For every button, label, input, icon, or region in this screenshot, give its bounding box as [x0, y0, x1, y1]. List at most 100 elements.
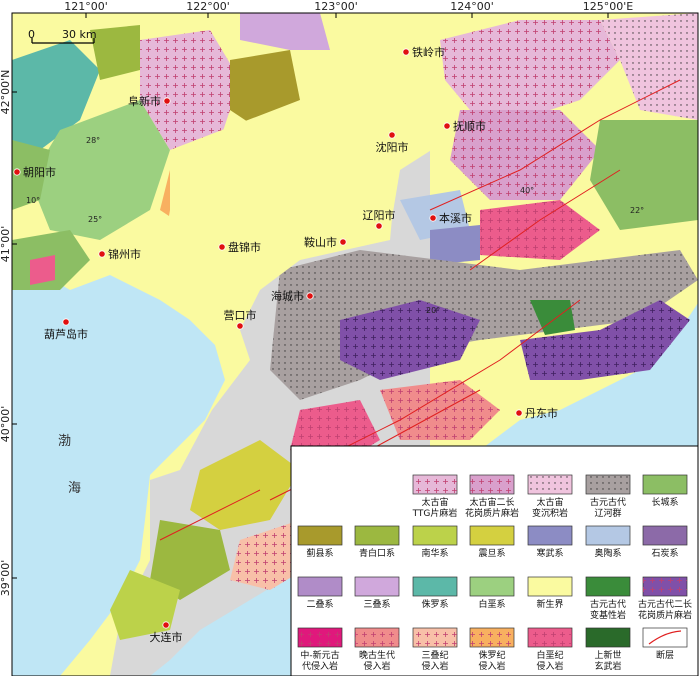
- legend-label: 侏罗纪: [478, 649, 505, 661]
- city-dot: [162, 621, 170, 629]
- legend-label: 上新世: [594, 649, 621, 661]
- legend-swatch: [412, 525, 458, 546]
- city-dot: [388, 131, 396, 139]
- attitude-value: 22°: [630, 206, 644, 215]
- attitude-value: 40°: [520, 186, 534, 195]
- city-dot: [402, 48, 410, 56]
- legend-swatch: [585, 627, 631, 648]
- city-label: 鞍山市: [304, 235, 337, 249]
- lat-label: 39°00': [0, 560, 12, 597]
- legend-label: 三叠系: [363, 599, 390, 610]
- legend-label: 奥陶系: [594, 547, 621, 559]
- legend-swatch: [585, 576, 631, 597]
- legend-label-2: 代侵入岩: [302, 660, 338, 672]
- legend-label: 太古宙: [536, 496, 563, 508]
- city-label: 海城市: [271, 289, 304, 303]
- legend-label: 三叠纪: [421, 649, 448, 661]
- lon-label: 122°00': [186, 0, 230, 13]
- legend-swatch: [585, 525, 631, 546]
- city-dot: [218, 243, 226, 251]
- legend-label: 太古宙: [421, 496, 448, 508]
- lat-label: 41°00': [0, 226, 12, 263]
- legend-label: 白垩纪: [536, 649, 563, 661]
- legend-swatch: [354, 576, 400, 597]
- legend-label-2: 花岗质片麻岩: [465, 507, 519, 519]
- city-dot: [443, 122, 451, 130]
- attitude-value: 20°: [426, 306, 440, 315]
- city-dot: [163, 97, 171, 105]
- attitude-value: 28°: [86, 136, 100, 145]
- attitude-value: 10°: [26, 196, 40, 205]
- legend-label: 震旦系: [478, 548, 505, 559]
- unit-cambrian-ne: [430, 225, 480, 265]
- city-dot: [306, 292, 314, 300]
- map-canvas: 121°00' 122°00' 123°00' 124°00' 125°00'E 42°0…: [0, 0, 700, 676]
- legend-swatch: [297, 525, 343, 546]
- sea-label-2: 海: [68, 481, 81, 496]
- legend-swatch: [412, 576, 458, 597]
- legend-swatch: [642, 474, 688, 495]
- legend-label: 新生界: [536, 598, 563, 610]
- city-label: 阜新市: [128, 94, 161, 108]
- legend-label: 古元古代二长: [638, 598, 692, 610]
- city-dot: [515, 409, 523, 417]
- legend-label-2: 侵入岩: [421, 660, 448, 672]
- lon-label: 121°00': [64, 0, 108, 13]
- city-dot: [429, 214, 437, 222]
- city-label: 盘锦市: [228, 240, 261, 254]
- city-label: 铁岭市: [412, 45, 445, 59]
- city-label: 辽阳市: [363, 208, 396, 222]
- city-label: 丹东市: [525, 406, 558, 420]
- legend-label: 石炭系: [651, 548, 678, 559]
- city-label: 葫芦岛市: [44, 327, 88, 341]
- legend-swatch: [527, 525, 573, 546]
- city-label: 朝阳市: [23, 165, 56, 179]
- legend-label: 古元古代: [590, 496, 626, 508]
- legend-label-2: 变基性岩: [590, 609, 626, 621]
- legend-item: 青白口系: [354, 525, 400, 559]
- city-dot: [13, 168, 21, 176]
- legend-label-2: 玄武岩: [594, 660, 621, 672]
- city-dot: [339, 238, 347, 246]
- unit-cretaceous-int-west: [30, 255, 55, 285]
- legend-label: 古元古代: [590, 598, 626, 610]
- lon-label: 124°00': [450, 0, 494, 13]
- city-label: 沈阳市: [376, 140, 409, 154]
- city-dot: [98, 250, 106, 258]
- city-label: 本溪市: [439, 211, 472, 225]
- legend-label: 白垩系: [478, 598, 505, 610]
- city-label: 抚顺市: [453, 119, 486, 133]
- scale-zero: 0: [28, 28, 35, 41]
- legend-label-2: 变沉积岩: [532, 507, 568, 519]
- legend-swatch: [354, 525, 400, 546]
- legend-swatch: [469, 576, 515, 597]
- lat-label: 42°00'N: [0, 70, 12, 115]
- legend-label: 中-新元古: [300, 649, 339, 661]
- sea-label-1: 渤: [58, 433, 71, 449]
- legend-label-2: 侵入岩: [478, 660, 505, 672]
- legend-swatch: [527, 576, 573, 597]
- city-dot: [375, 222, 383, 230]
- legend-label: 断层: [656, 649, 674, 661]
- lon-label: 125°00'E: [583, 0, 634, 13]
- legend-label: 太古宙二长: [469, 496, 514, 508]
- city-label: 营口市: [224, 308, 257, 322]
- attitude-value: 25°: [88, 215, 102, 224]
- legend-label-2: 侵入岩: [536, 660, 563, 672]
- legend-swatch: [642, 525, 688, 546]
- legend-label: 侏罗系: [421, 599, 448, 610]
- legend-label: 寒武系: [536, 547, 563, 559]
- legend-label: 长城系: [651, 496, 678, 508]
- geological-map: 121°00' 122°00' 123°00' 124°00' 125°00'E 42°0…: [0, 0, 700, 676]
- legend-swatch: [297, 576, 343, 597]
- legend-label: 二叠系: [306, 599, 333, 610]
- legend-label-2: 侵入岩: [363, 660, 390, 672]
- legend-label: 南华系: [421, 547, 448, 559]
- legend-label: 晚古生代: [359, 649, 395, 661]
- lat-label: 40°00': [0, 406, 12, 443]
- legend-label-2: 辽河群: [594, 507, 621, 519]
- scale-label: 30 km: [62, 28, 97, 41]
- city-dot: [236, 322, 244, 330]
- legend-label-2: 花岗质片麻岩: [638, 609, 692, 621]
- lon-label: 123°00': [314, 0, 358, 13]
